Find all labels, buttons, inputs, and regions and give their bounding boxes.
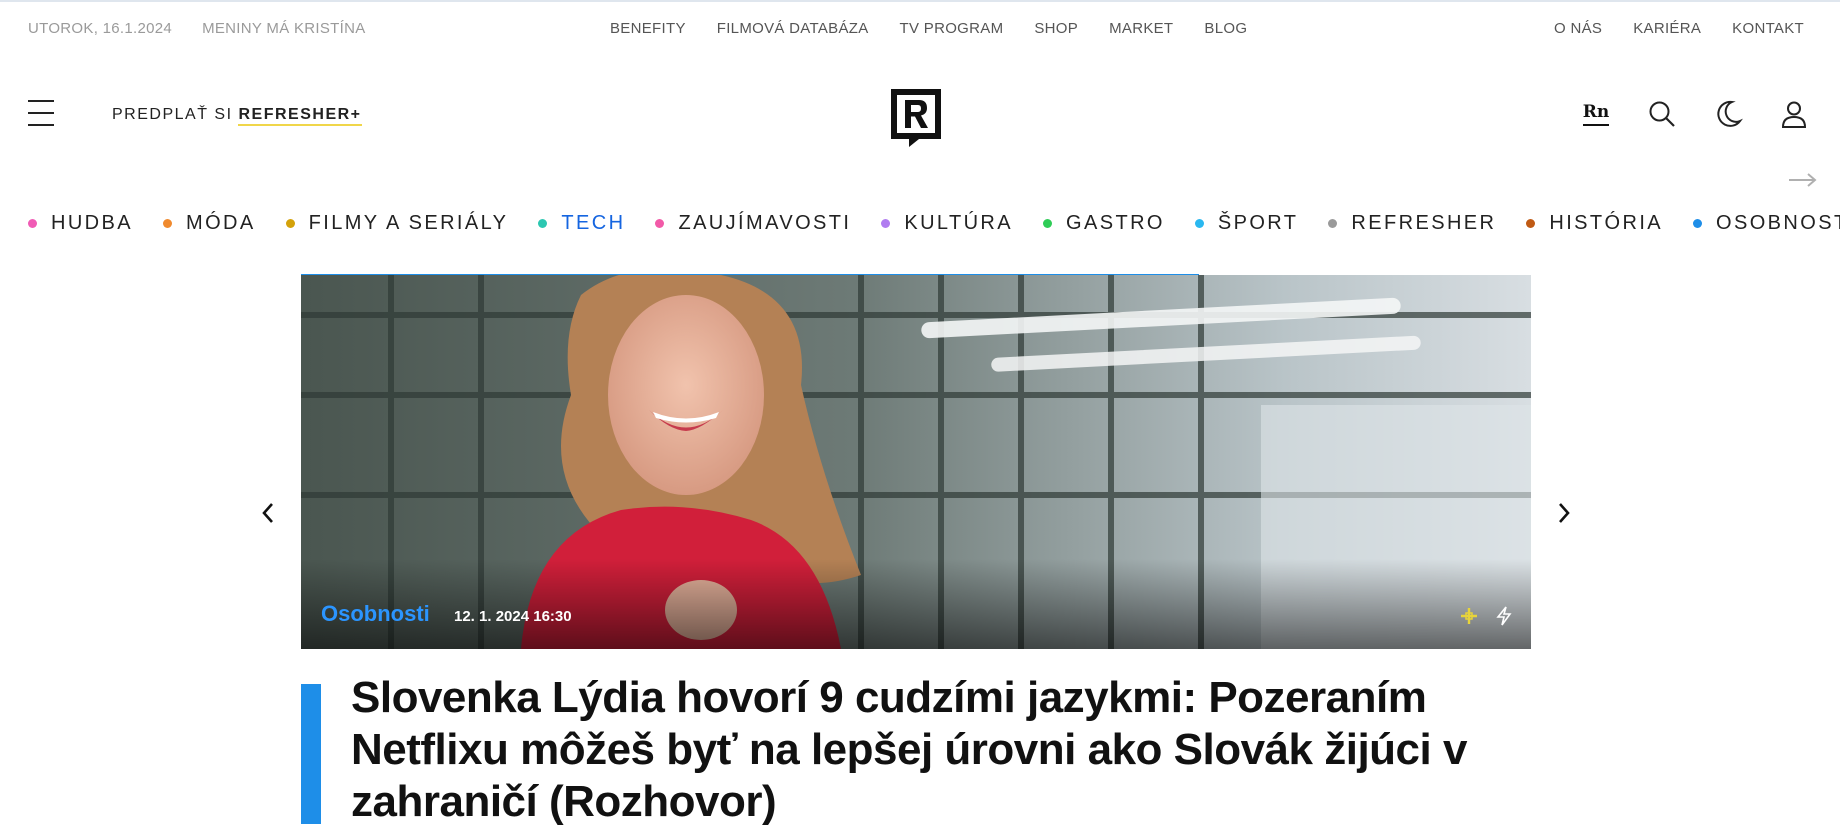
category-osobnosti[interactable]: OSOBNOSTI xyxy=(1693,212,1840,235)
category-móda[interactable]: MÓDA xyxy=(163,212,256,235)
category-label: REFRESHER xyxy=(1351,212,1497,234)
nav-link-o-nas[interactable]: O NÁS xyxy=(1554,20,1602,37)
nav-link-tv-program[interactable]: TV PROGRAM xyxy=(900,20,1004,37)
top-nav-links: BENEFITY FILMOVÁ DATABÁZA TV PROGRAM SHO… xyxy=(610,20,1247,37)
category-refresher[interactable]: REFRESHER xyxy=(1328,212,1496,235)
category-šport[interactable]: ŠPORT xyxy=(1194,212,1299,235)
headline-accent-bar xyxy=(301,684,321,824)
moon-icon[interactable] xyxy=(1712,98,1744,130)
category-dot-icon xyxy=(1693,219,1703,228)
category-label: KULTÚRA xyxy=(904,212,1014,234)
nav-link-kontakt[interactable]: KONTAKT xyxy=(1732,20,1804,37)
category-filmy-a-seriály[interactable]: FILMY A SERIÁLY xyxy=(285,212,509,235)
chevron-right-icon[interactable] xyxy=(1550,496,1578,530)
subscribe-brand: REFRESHER+ xyxy=(238,106,362,126)
corporate-links: O NÁS KARIÉRA KONTAKT xyxy=(1554,20,1804,37)
category-label: MÓDA xyxy=(186,212,256,234)
nav-link-filmova-databaza[interactable]: FILMOVÁ DATABÁZA xyxy=(717,20,869,37)
category-dot-icon xyxy=(881,219,891,228)
category-dot-icon xyxy=(1328,219,1338,228)
category-label: GASTRO xyxy=(1066,212,1165,234)
category-dot-icon xyxy=(1526,219,1536,228)
nav-link-market[interactable]: MARKET xyxy=(1109,20,1173,37)
top-utility-bar: UTOROK, 16.1.2024 MENINY MÁ KRISTÍNA BEN… xyxy=(0,0,1840,58)
category-dot-icon xyxy=(285,219,295,228)
plus-icon[interactable] xyxy=(1459,606,1479,631)
nav-link-benefity[interactable]: BENEFITY xyxy=(610,20,686,37)
category-história[interactable]: HISTÓRIA xyxy=(1526,212,1663,235)
subscribe-link[interactable]: PREDPLAŤ SI REFRESHER+ xyxy=(112,106,362,126)
arrow-right-icon[interactable] xyxy=(1788,172,1818,193)
category-bar: HUDBA MÓDA FILMY A SERIÁLY TECH ZAUJÍMAVOSTI… xyxy=(0,208,1840,248)
category-hudba[interactable]: HUDBA xyxy=(28,212,133,235)
category-label: HISTÓRIA xyxy=(1549,212,1664,234)
category-dot-icon xyxy=(538,219,548,228)
subscribe-prefix: PREDPLAŤ SI xyxy=(112,106,233,123)
category-tech[interactable]: TECH xyxy=(538,212,625,235)
hero-category-label[interactable]: Osobnosti xyxy=(321,601,430,627)
category-label: ŠPORT xyxy=(1217,212,1299,234)
lightning-icon[interactable] xyxy=(1495,606,1513,631)
hero-image[interactable]: Osobnosti 12. 1. 2024 16:30 xyxy=(301,275,1531,649)
category-dot-icon xyxy=(655,219,665,228)
category-label: HUDBA xyxy=(51,212,134,234)
current-date: UTOROK, 16.1.2024 xyxy=(28,20,173,37)
category-dot-icon xyxy=(163,219,173,228)
nav-link-kariera[interactable]: KARIÉRA xyxy=(1633,20,1701,37)
category-label: OSOBNOSTI xyxy=(1716,212,1840,234)
hero-overlay xyxy=(301,559,1531,649)
category-label: ZAUJÍMAVOSTI xyxy=(678,212,852,234)
category-kultúra[interactable]: KULTÚRA xyxy=(881,212,1013,235)
article-headline[interactable]: Slovenka Lýdia hovorí 9 cudzími jazykmi:… xyxy=(351,672,1531,828)
nav-link-shop[interactable]: SHOP xyxy=(1034,20,1078,37)
menu-icon[interactable] xyxy=(28,100,54,126)
search-icon[interactable] xyxy=(1646,98,1678,130)
refresher-logo[interactable] xyxy=(889,87,943,149)
category-dot-icon xyxy=(28,219,37,228)
main-header: PREDPLAŤ SI REFRESHER+ Rn xyxy=(0,70,1840,160)
rn-icon[interactable]: Rn xyxy=(1580,98,1612,130)
category-label: TECH xyxy=(561,212,626,234)
category-dot-icon xyxy=(1194,219,1204,228)
hero-date: 12. 1. 2024 16:30 xyxy=(454,608,572,625)
category-dot-icon xyxy=(1043,219,1053,228)
user-icon[interactable] xyxy=(1778,98,1810,130)
category-label: FILMY A SERIÁLY xyxy=(308,212,509,234)
nameday: MENINY MÁ KRISTÍNA xyxy=(202,20,366,37)
category-zaujímavosti[interactable]: ZAUJÍMAVOSTI xyxy=(655,212,851,235)
nav-link-blog[interactable]: BLOG xyxy=(1204,20,1247,37)
chevron-left-icon[interactable] xyxy=(254,496,282,530)
category-gastro[interactable]: GASTRO xyxy=(1043,212,1165,235)
